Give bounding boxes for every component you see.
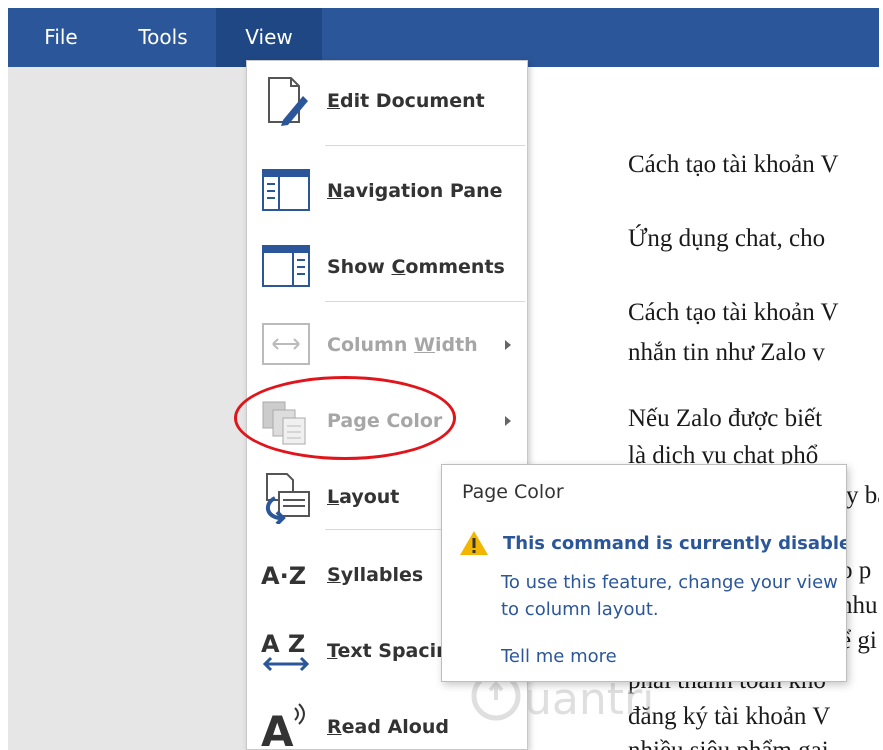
menu-item-label: Text Spacin <box>327 640 450 662</box>
tooltip-page-color: Page Color This command is currently dis… <box>441 464 847 682</box>
tooltip-title: Page Color <box>462 481 564 503</box>
navigation-pane-icon <box>261 164 313 218</box>
show-comments-icon <box>261 240 313 294</box>
text-spacing-icon: A Z <box>261 624 313 678</box>
svg-text:A: A <box>261 707 294 750</box>
menu-item-label: Edit Document <box>327 90 485 112</box>
syllables-icon: A·Z <box>261 548 313 602</box>
menu-item-edit-document[interactable]: Edit Document <box>247 66 527 136</box>
doc-line: Cách tạo tài khoản V <box>628 151 839 178</box>
menu-file[interactable]: File <box>26 8 96 67</box>
menu-bar: File Tools View <box>8 8 879 67</box>
doc-line: Nếu Zalo được biết <box>628 405 823 432</box>
doc-line: nhiều siêu phẩm gai <box>628 737 829 750</box>
menu-item-label: Layout <box>327 486 400 508</box>
doc-line: nhắn tin như Zalo v <box>628 339 825 366</box>
tooltip-description: To use this feature, change your view to… <box>501 572 838 620</box>
svg-text:A·Z: A·Z <box>261 562 306 590</box>
submenu-arrow-icon <box>505 416 511 426</box>
menu-item-label: Read Aloud <box>327 716 449 738</box>
svg-text:A Z: A Z <box>261 630 305 658</box>
menu-item-show-comments[interactable]: Show Comments <box>247 232 527 302</box>
tell-me-more-link[interactable]: Tell me more <box>501 646 617 667</box>
menu-tools[interactable]: Tools <box>118 8 208 67</box>
menu-item-navigation-pane[interactable]: Navigation Pane <box>247 156 527 226</box>
app-window: File Tools View Cách tạo tài khoản V Ứng… <box>8 8 879 750</box>
doc-line: Cách tạo tài khoản V <box>628 299 839 326</box>
submenu-arrow-icon <box>505 340 511 350</box>
doc-line: y bấ <box>846 482 879 509</box>
menu-item-label: Column Width <box>327 334 478 356</box>
menu-item-column-width[interactable]: Column Width <box>247 310 527 380</box>
edit-document-icon <box>261 74 313 128</box>
layout-icon <box>261 470 313 526</box>
doc-line: Ứng dụng chat, cho <box>628 225 826 252</box>
menu-separator <box>325 301 525 302</box>
menu-separator <box>325 145 525 146</box>
menu-item-label: Syllables <box>327 564 424 586</box>
warning-icon <box>458 529 490 557</box>
annotation-highlight-oval <box>234 376 456 460</box>
menu-item-label: Show Comments <box>327 256 505 278</box>
column-width-icon <box>261 318 313 372</box>
read-aloud-icon: A <box>261 700 313 750</box>
tooltip-disabled-message: This command is currently disabled. <box>503 533 847 554</box>
menu-view[interactable]: View <box>216 8 322 67</box>
menu-item-label: Navigation Pane <box>327 180 503 202</box>
